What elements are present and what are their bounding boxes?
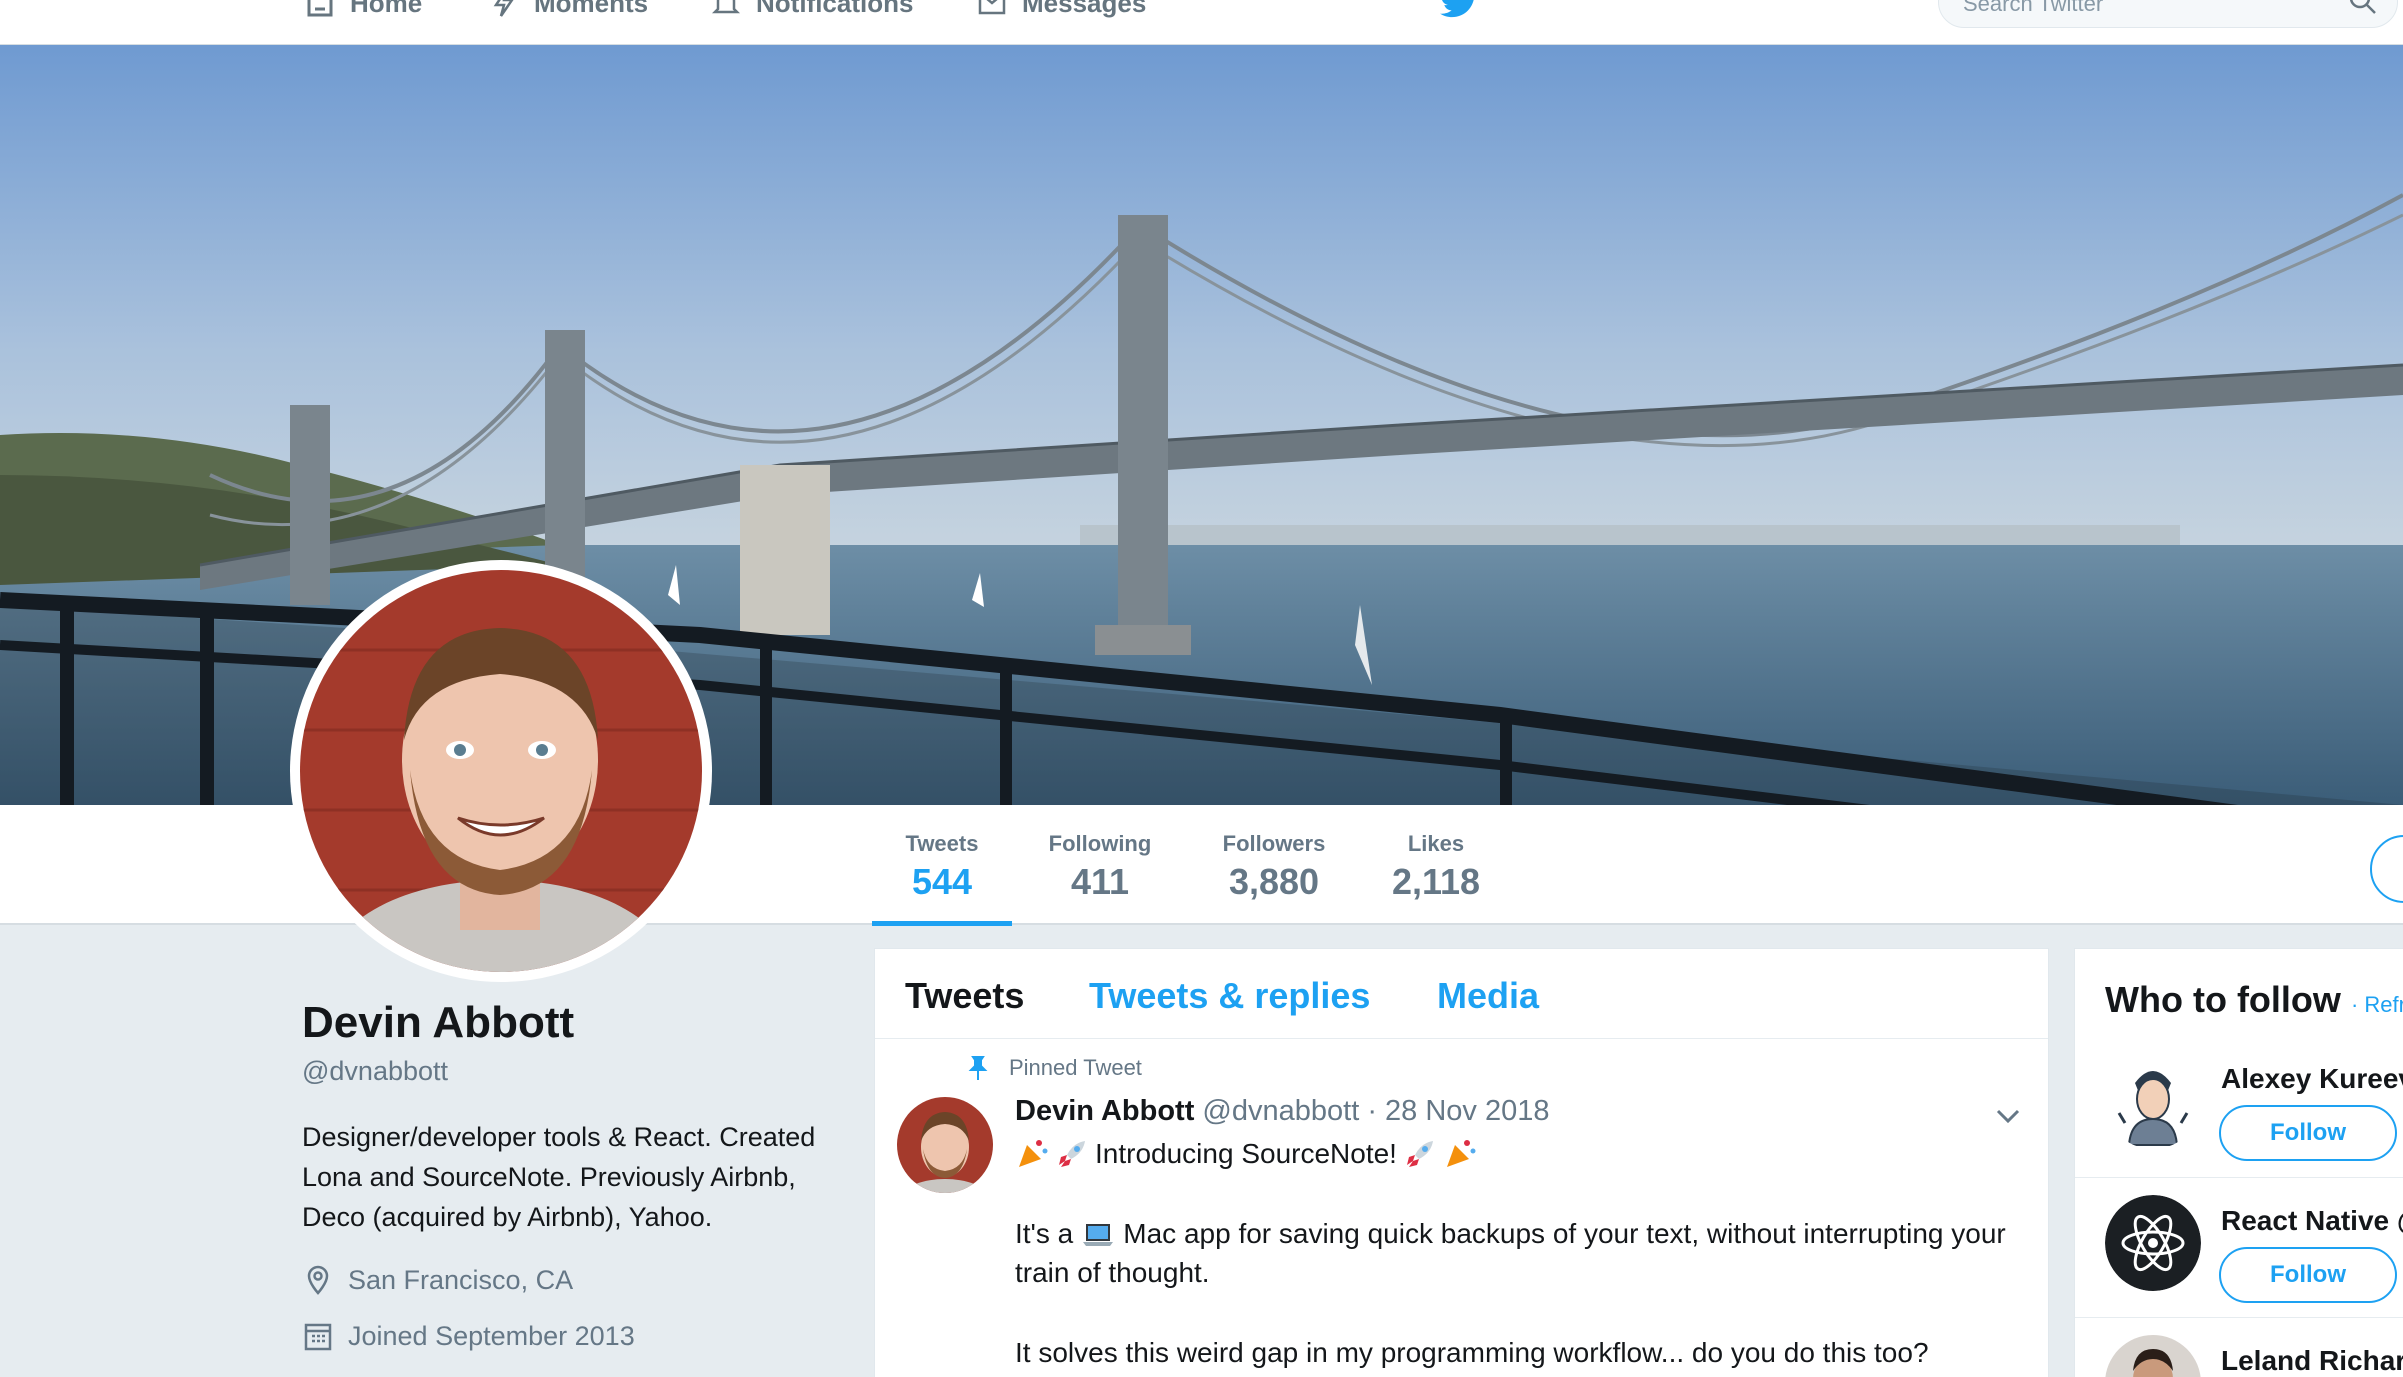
who-to-follow-panel: Who to follow · Refresh Alexey Kureev Fo… (2074, 948, 2403, 1377)
location-pin-icon (307, 1265, 329, 1295)
nav-messages-label: Messages (1022, 0, 1147, 18)
stat-likes-value: 2,118 (1391, 861, 1481, 902)
laptop-icon (1081, 1217, 1115, 1251)
active-stat-underline (872, 921, 1012, 926)
profile-location-text: San Francisco, CA (348, 1264, 574, 1295)
tweet-text-its-a: It's a (1015, 1218, 1074, 1249)
search-box[interactable] (1938, 0, 2398, 28)
stat-following-value: 411 (1070, 861, 1130, 902)
profile-name[interactable]: Devin Abbott (302, 998, 574, 1048)
stat-likes[interactable]: Likes 2,118 (1366, 831, 1506, 903)
profile-bio: Designer/developer tools & React. Create… (302, 1122, 816, 1232)
tab-tweets-and-replies[interactable]: Tweets & replies (1089, 975, 1370, 1017)
stat-following-label: Following (1048, 831, 1152, 856)
profile-handle[interactable]: @dvnabbott (302, 1056, 448, 1087)
suggestion-avatar[interactable] (2105, 1053, 2201, 1149)
tweet-text-intro: Introducing SourceNote! (1095, 1138, 1397, 1169)
follow-button[interactable]: Follow (2219, 1247, 2397, 1303)
tweet-author[interactable]: Devin Abbott (1015, 1095, 1194, 1127)
react-atom-icon (2105, 1195, 2201, 1291)
bell-icon (711, 0, 741, 14)
tweet-handle[interactable]: @dvnabbott (1202, 1095, 1359, 1127)
who-to-follow-header: Who to follow · Refresh (2105, 979, 2403, 1021)
pinned-label: Pinned Tweet (1009, 1055, 1142, 1080)
nav-notifications[interactable]: Notifications (710, 0, 913, 20)
lightning-icon (493, 0, 514, 17)
nav-moments-label: Moments (534, 0, 649, 18)
profile-joined-text: Joined September 2013 (348, 1320, 635, 1351)
suggestion-name[interactable]: Alexey Kureev (2221, 1063, 2403, 1095)
rocket-icon (1403, 1137, 1437, 1171)
tweet-text-line-3: train of thought. (1015, 1257, 1210, 1288)
home-icon (307, 0, 333, 17)
suggestion-avatar[interactable] (2105, 1195, 2201, 1291)
who-to-follow-title: Who to follow (2105, 979, 2341, 1020)
tweet-text-line-2: It's a Mac app for saving quick backups … (1015, 1217, 2006, 1251)
stat-followers[interactable]: Followers 3,880 (1200, 831, 1348, 903)
stat-tweets-value: 544 (911, 861, 973, 902)
stat-following[interactable]: Following 411 (1030, 831, 1170, 903)
profile-photo (300, 570, 702, 972)
tweet-text-line-4: It solves this weird gap in my programmi… (1015, 1337, 1929, 1368)
stat-tweets-label: Tweets (905, 831, 979, 856)
rocket-icon (1055, 1137, 1089, 1171)
timeline-tabs: Tweets Tweets & replies Media (875, 949, 2048, 1039)
calendar-icon (304, 1323, 332, 1351)
tab-media[interactable]: Media (1437, 975, 1539, 1017)
tweet-header: Devin Abbott @dvnabbott · 28 Nov 2018 (1015, 1095, 1550, 1128)
stat-tweets[interactable]: Tweets 544 (872, 831, 1012, 903)
top-navigation: Home Moments Notifications Messages (0, 0, 2403, 45)
search-icon[interactable] (2347, 0, 2379, 17)
party-popper-icon (1443, 1137, 1477, 1171)
tweet-text-line-1: Introducing SourceNote! (1015, 1137, 1477, 1171)
follow-profile-button[interactable] (2370, 835, 2403, 903)
twitter-bird-icon[interactable] (1440, 0, 1480, 20)
suggestion-avatar[interactable] (2105, 1335, 2201, 1377)
stat-likes-label: Likes (1407, 831, 1465, 856)
nav-moments[interactable]: Moments (488, 0, 648, 20)
stat-followers-label: Followers (1222, 831, 1326, 856)
pin-icon (968, 1056, 988, 1080)
stat-followers-value: 3,880 (1228, 861, 1320, 902)
person-photo (2105, 1335, 2201, 1377)
nav-notifications-label: Notifications (756, 0, 914, 18)
search-input[interactable] (1963, 0, 2323, 19)
tweet-text-mac-app: Mac app for saving quick backups of your… (1123, 1218, 2006, 1249)
profile-location: San Francisco, CA (302, 1264, 573, 1296)
profile-joined: Joined September 2013 (302, 1320, 635, 1352)
suggestion-name[interactable]: React Native @ (2221, 1205, 2403, 1237)
timeline: Tweets Tweets & replies Media Pinned Twe… (874, 948, 2049, 1377)
tweet-avatar[interactable] (897, 1097, 993, 1193)
party-popper-icon (1015, 1137, 1049, 1171)
tweet-author-photo (897, 1097, 993, 1193)
tweet-date[interactable]: 28 Nov 2018 (1385, 1095, 1549, 1127)
envelope-icon (978, 0, 1006, 15)
suggestion-divider (2075, 1317, 2403, 1318)
follow-button[interactable]: Follow (2219, 1105, 2397, 1161)
tab-tweets[interactable]: Tweets (905, 975, 1024, 1017)
suggestion-divider (2075, 1177, 2403, 1178)
suggestion-name[interactable]: Leland Richardson (2221, 1345, 2403, 1377)
refresh-link[interactable]: · Refresh (2351, 992, 2403, 1017)
nav-home-label: Home (350, 0, 423, 18)
cartoon-avatar (2105, 1053, 2201, 1149)
nav-home[interactable]: Home (304, 0, 422, 20)
profile-avatar[interactable] (290, 560, 712, 982)
tweet-separator: · (1367, 1095, 1377, 1127)
pinned-tweet-indicator: Pinned Tweet (965, 1055, 1142, 1081)
nav-messages[interactable]: Messages (976, 0, 1146, 20)
chevron-down-icon[interactable] (1993, 1101, 2023, 1131)
